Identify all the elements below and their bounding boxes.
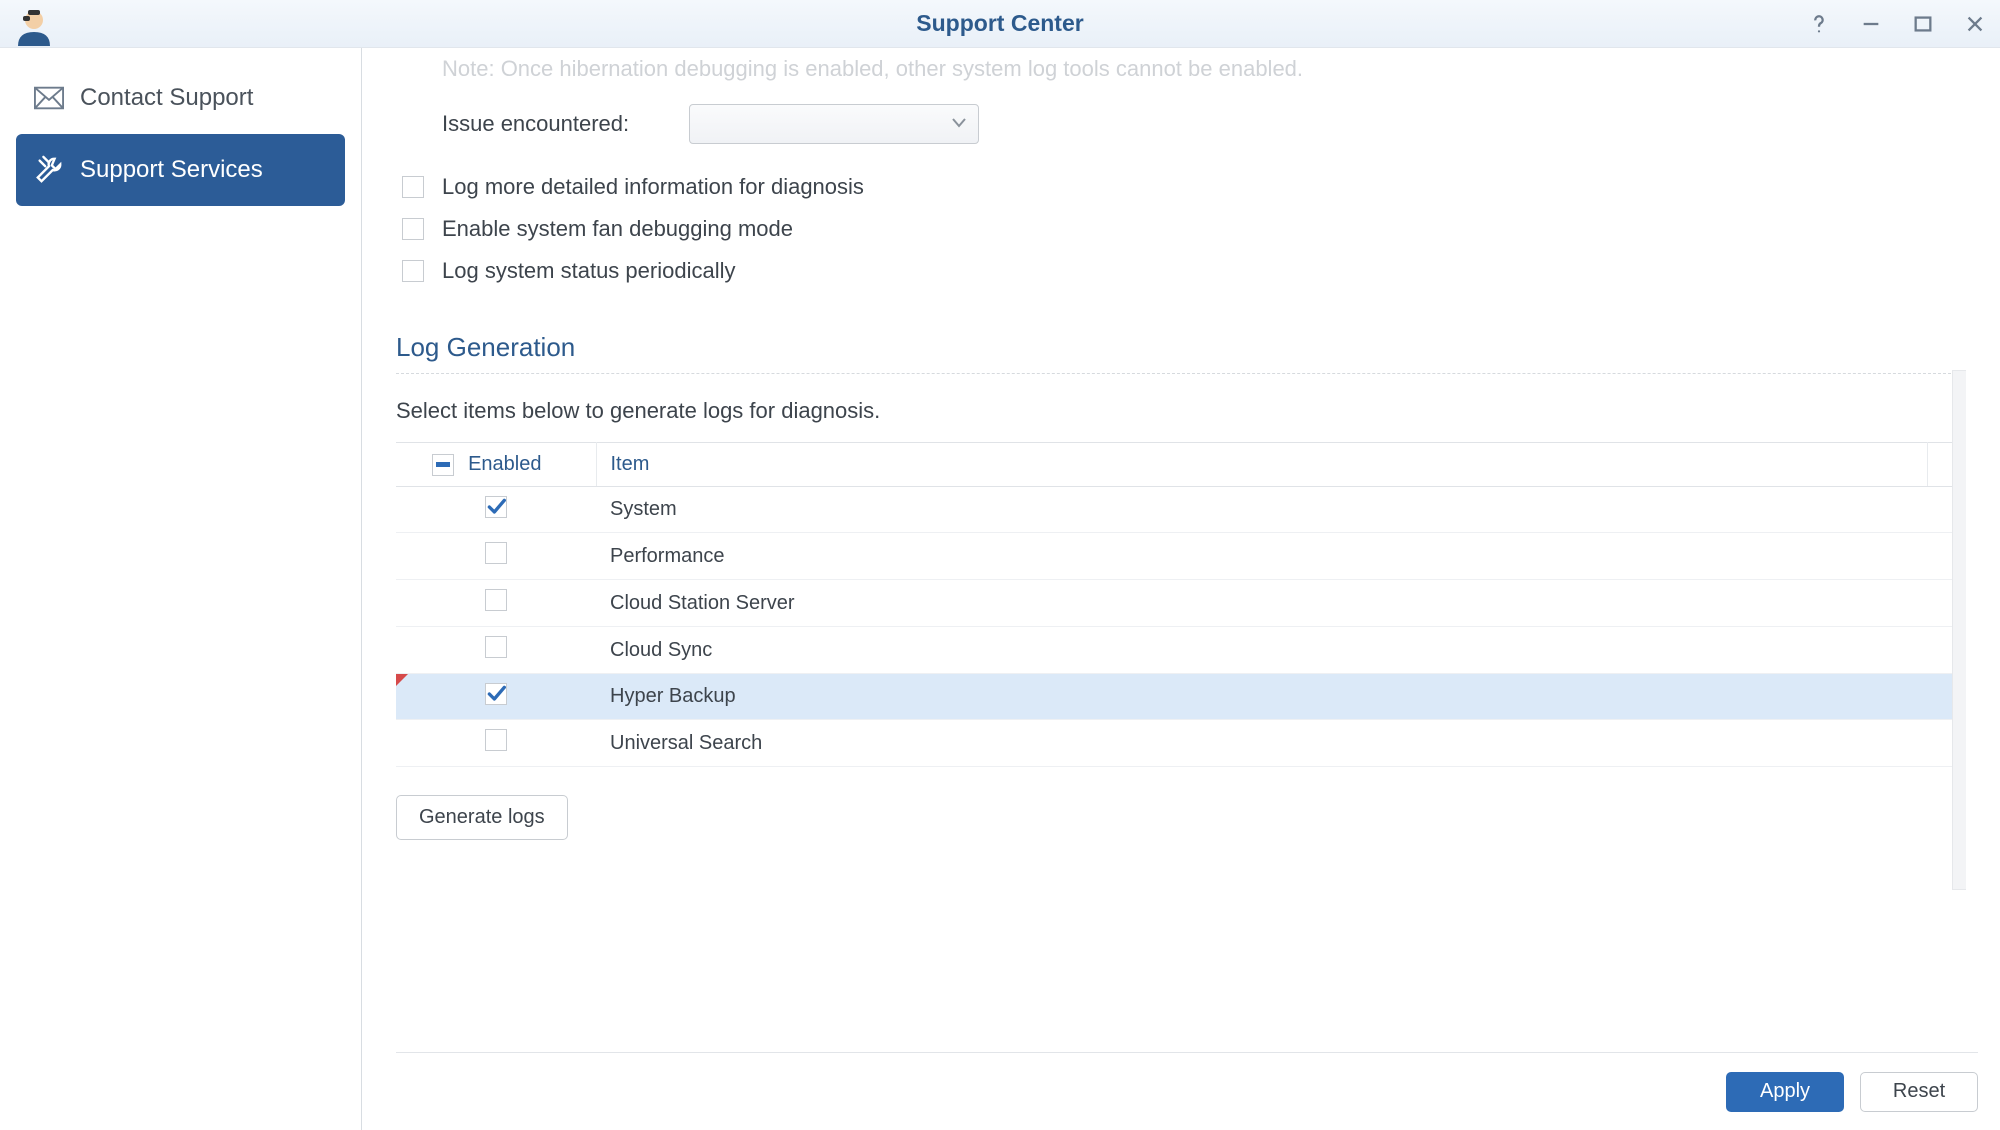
table-cell-item: Cloud Station Server: [596, 580, 1928, 627]
row-checkbox[interactable]: [485, 542, 507, 564]
log-generation-desc: Select items below to generate logs for …: [396, 374, 1956, 442]
tools-icon: [34, 155, 64, 185]
table-row[interactable]: Cloud Sync: [396, 627, 1956, 674]
row-checkbox[interactable]: [485, 496, 507, 518]
checkbox-fan-debug[interactable]: [402, 218, 424, 240]
table-cell-item: Performance: [596, 533, 1928, 580]
window-controls: [1804, 0, 1990, 48]
checkbox-select-all[interactable]: [432, 454, 454, 476]
column-header-item-label: Item: [611, 453, 650, 475]
checkbox-detailed-log[interactable]: [402, 176, 424, 198]
sidebar-item-contact-support[interactable]: Contact Support: [16, 62, 345, 134]
column-header-enabled[interactable]: Enabled: [396, 443, 596, 487]
sidebar-item-support-services[interactable]: Support Services: [16, 134, 345, 206]
sidebar-item-label: Contact Support: [80, 84, 253, 112]
row-checkbox[interactable]: [485, 636, 507, 658]
scrollbar[interactable]: [1952, 370, 1966, 890]
log-generation-heading: Log Generation: [396, 332, 1956, 374]
checkbox-detailed-log-label: Log more detailed information for diagno…: [442, 174, 864, 200]
app-icon: [12, 4, 56, 48]
envelope-icon: [34, 83, 64, 113]
dirty-indicator-icon: [396, 674, 408, 686]
table-cell-item: System: [596, 487, 1928, 533]
apply-button[interactable]: Apply: [1726, 1072, 1844, 1112]
column-header-item[interactable]: Item: [596, 443, 1928, 487]
table-cell-item: Hyper Backup: [596, 674, 1928, 720]
log-generation-table: Enabled Item SystemPerformanceCloud Stat…: [396, 442, 1956, 767]
table-cell-enable: [396, 533, 596, 580]
maximize-button[interactable]: [1908, 9, 1938, 39]
hibernation-note: Note: Once hibernation debugging is enab…: [396, 48, 1956, 96]
sidebar: Contact Support Support Services: [0, 48, 362, 1130]
issue-encountered-label: Issue encountered:: [442, 111, 629, 137]
sidebar-item-label: Support Services: [80, 156, 263, 184]
column-header-enabled-label: Enabled: [468, 453, 541, 476]
title-bar: Support Center: [0, 0, 2000, 48]
issue-encountered-select[interactable]: [689, 104, 979, 144]
content-pane: Note: Once hibernation debugging is enab…: [362, 48, 2000, 1130]
table-row[interactable]: System: [396, 487, 1956, 533]
table-cell-item: Cloud Sync: [596, 627, 1928, 674]
issue-encountered-row: Issue encountered:: [396, 96, 1956, 166]
table-cell-enable: [396, 627, 596, 674]
table-row[interactable]: Universal Search: [396, 720, 1956, 767]
table-row[interactable]: Cloud Station Server: [396, 580, 1956, 627]
footer-bar: Apply Reset: [396, 1052, 1978, 1130]
table-row[interactable]: Performance: [396, 533, 1956, 580]
scroll-area[interactable]: Note: Once hibernation debugging is enab…: [396, 48, 1966, 1052]
table-cell-enable: [396, 674, 596, 720]
window-title: Support Center: [0, 10, 2000, 37]
row-checkbox[interactable]: [485, 589, 507, 611]
checkbox-periodic-status-label: Log system status periodically: [442, 258, 735, 284]
table-cell-enable: [396, 580, 596, 627]
generate-logs-button[interactable]: Generate logs: [396, 795, 568, 840]
row-checkbox[interactable]: [485, 729, 507, 751]
chevron-down-icon: [952, 115, 966, 133]
reset-button[interactable]: Reset: [1860, 1072, 1978, 1112]
table-cell-enable: [396, 487, 596, 533]
help-button[interactable]: [1804, 9, 1834, 39]
table-row[interactable]: Hyper Backup: [396, 674, 1956, 720]
minimize-button[interactable]: [1856, 9, 1886, 39]
checkbox-fan-debug-label: Enable system fan debugging mode: [442, 216, 793, 242]
checkbox-periodic-status[interactable]: [402, 260, 424, 282]
table-cell-enable: [396, 720, 596, 767]
row-checkbox[interactable]: [485, 683, 507, 705]
table-cell-item: Universal Search: [596, 720, 1928, 767]
close-button[interactable]: [1960, 9, 1990, 39]
